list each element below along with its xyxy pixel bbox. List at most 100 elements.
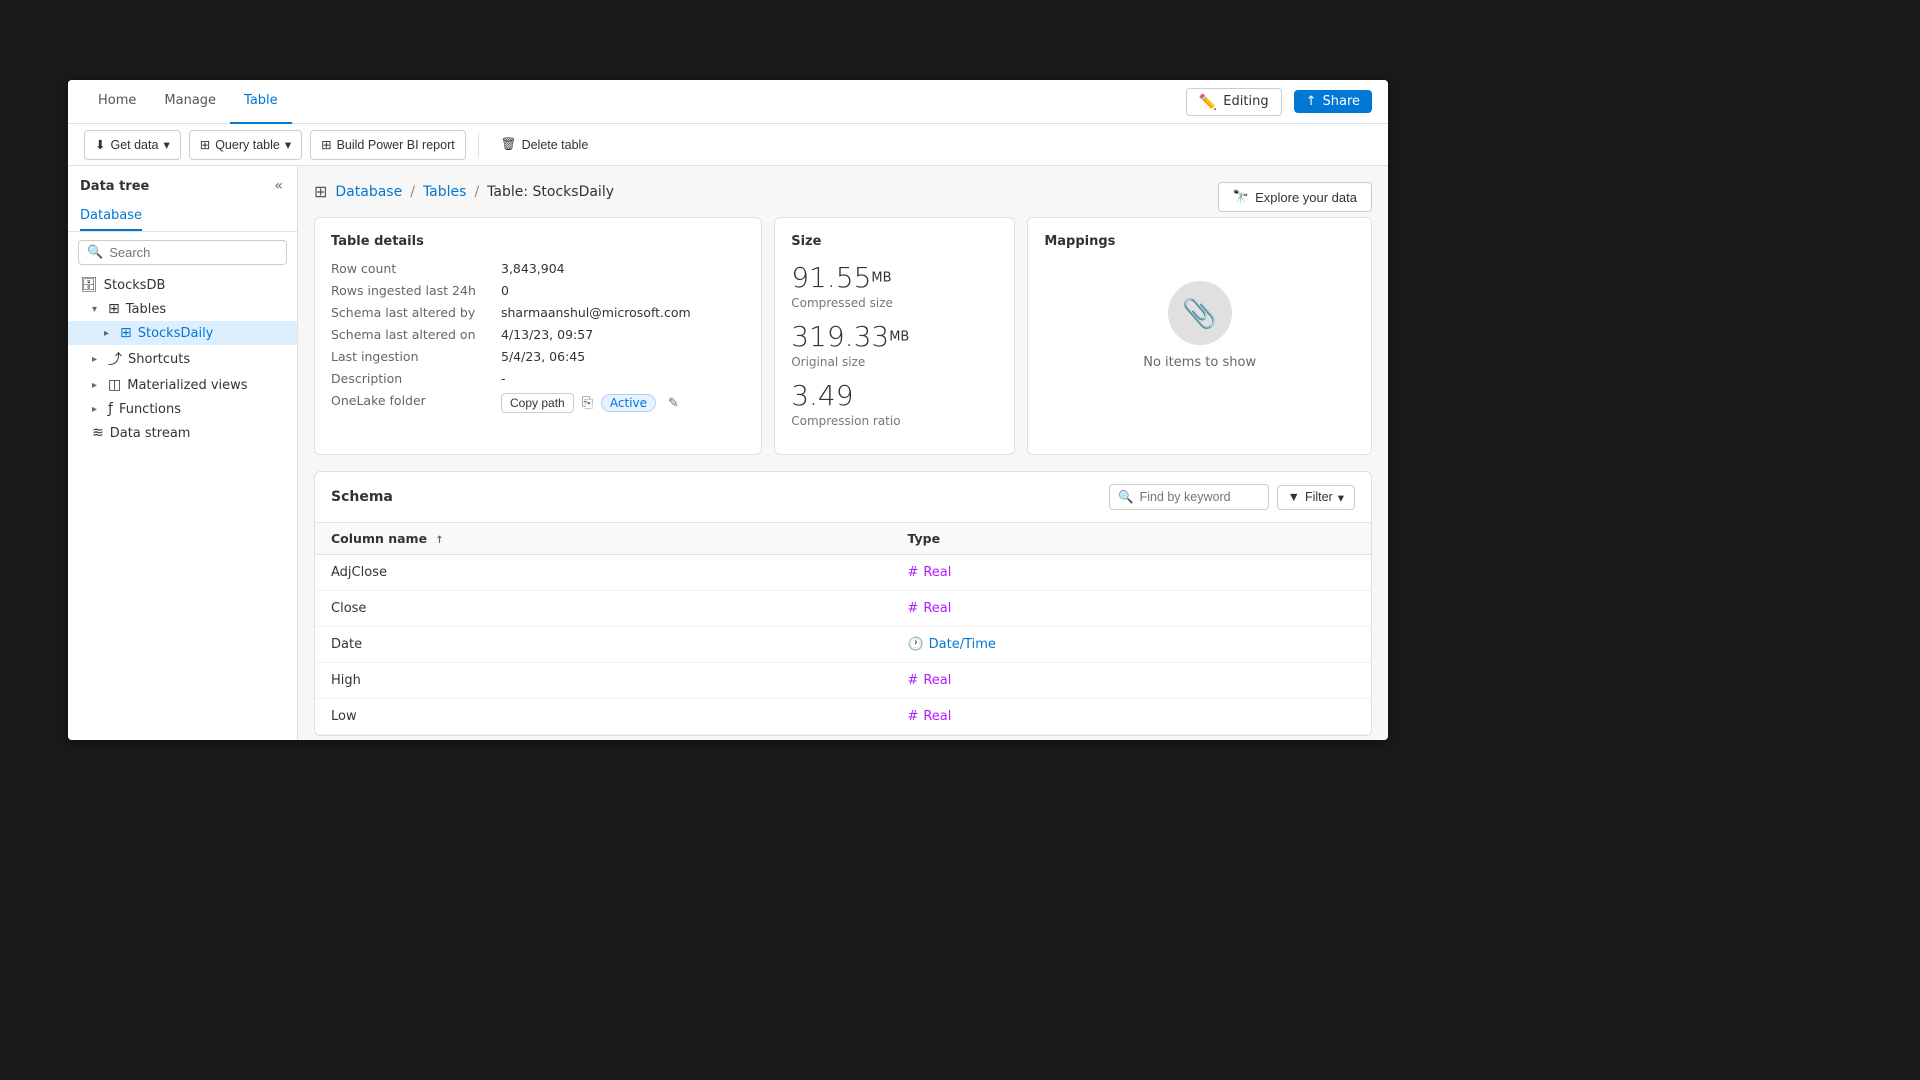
search-box[interactable]: 🔍 [78,240,287,265]
get-data-chevron: ▾ [163,137,169,152]
nav-tab-manage[interactable]: Manage [150,80,230,124]
compression-ratio-number: 3.49 [791,379,853,412]
delete-icon: 🗑 [501,137,517,152]
copy-path-button[interactable]: Copy path [501,393,574,413]
detail-row-altered-on: Schema last altered on 4/13/23, 09:57 [331,327,745,342]
sidebar-header: Data tree « [68,166,297,202]
sidebar-item-stocksdaily[interactable]: ▸ ⊞ StocksDaily [68,321,297,345]
sidebar-collapse-button[interactable]: « [272,176,285,196]
schema-table-row: Low#Real [315,699,1371,735]
build-powerbi-button[interactable]: ⊞ Build Power BI report [310,130,466,160]
share-icon: ↑ [1306,94,1317,109]
schema-table-header-row: Column name ↑ Type [315,523,1371,555]
nav-tab-table[interactable]: Table [230,80,292,124]
type-label: Real [923,601,951,616]
schema-section: Schema 🔍 ▼ Filter ▾ [314,471,1372,736]
sidebar-item-materialized-views[interactable]: ▸ ◫ Materialized views [68,373,297,397]
pencil-icon: ✏️ [1199,93,1218,111]
sidebar-item-tables[interactable]: ▾ ⊞ Tables [68,297,297,321]
data-stream-label: Data stream [110,426,191,441]
column-type-cell: #Real [891,699,1371,735]
database-icon: 🗄 [80,277,98,293]
copy-icon: ⎘ [582,395,593,411]
compressed-size-number: 91.55 [791,261,871,294]
sidebar-item-stocksdb[interactable]: 🗄 StocksDB [68,273,297,297]
editing-label: Editing [1223,94,1268,109]
data-stream-icon: ≋ [92,425,104,441]
original-size-label: Original size [791,355,998,369]
sidebar-item-functions[interactable]: ▸ ƒ Functions [68,397,297,421]
build-powerbi-label: Build Power BI report [337,138,455,152]
schema-table-row: Date🕐Date/Time [315,627,1371,663]
nav-tab-home[interactable]: Home [84,80,150,124]
toolbar-separator [478,133,479,157]
clock-icon: 🕐 [907,637,923,652]
query-table-chevron: ▾ [285,137,291,152]
detail-row-ingested: Rows ingested last 24h 0 [331,283,745,298]
chevron-right-icon2: ▸ [92,354,104,365]
sidebar: Data tree « Database 🔍 🗄 StocksDB ▾ ⊞ Ta… [68,166,298,740]
explore-data-button[interactable]: 🔭 Explore your data [1218,182,1372,212]
main-content: Data tree « Database 🔍 🗄 StocksDB ▾ ⊞ Ta… [68,166,1388,740]
active-status-badge: Active [601,394,656,412]
column-name-header: Column name ↑ [315,523,891,555]
table-icon: ⊞ [108,301,120,317]
detail-row-rowcount: Row count 3,843,904 [331,261,745,276]
stocksdaily-label: StocksDaily [138,326,214,341]
cards-row: Table details Row count 3,843,904 Rows i… [314,217,1372,455]
keyword-search-input[interactable] [1140,490,1260,504]
chevron-right-icon4: ▸ [92,404,104,415]
type-label: Real [923,709,951,724]
sidebar-tabs: Database [68,202,297,232]
get-data-button[interactable]: ⬇ Get data ▾ [84,130,181,160]
column-name-cell: High [315,663,891,699]
mappings-empty-icon: 📎 [1168,281,1232,345]
filter-button[interactable]: ▼ Filter ▾ [1277,485,1355,510]
schema-table-row: AdjClose#Real [315,555,1371,591]
ingested-label: Rows ingested last 24h [331,283,501,298]
breadcrumb: ⊞ Database / Tables / Table: StocksDaily [314,182,1372,201]
editing-button[interactable]: ✏️ Editing [1186,88,1282,116]
share-button[interactable]: ↑ Share [1294,90,1372,113]
column-name-cell: Close [315,591,891,627]
detail-row-altered-by: Schema last altered by sharmaanshul@micr… [331,305,745,320]
sort-icon[interactable]: ↑ [435,535,443,546]
compressed-size-unit: MB [871,271,891,286]
materialized-views-icon: ◫ [108,377,121,393]
filter-icon: ▼ [1288,490,1300,504]
schema-table-row: Close # Real [315,591,1371,627]
schema-table: Column name ↑ Type AdjClose#RealClose#Re… [315,523,1371,735]
share-label: Share [1322,94,1360,109]
sidebar-tab-database[interactable]: Database [80,202,142,231]
detail-row-description: Description - [331,371,745,386]
keyword-search-box[interactable]: 🔍 [1109,484,1269,510]
mappings-empty-state: 📎 No items to show [1044,261,1355,390]
sidebar-item-shortcuts[interactable]: ▸ ⤴ Shortcuts [68,345,297,373]
type-label: Real [923,673,951,688]
type-badge: #Real [907,709,1355,724]
filter-label: Filter [1305,490,1333,504]
breadcrumb-sep-1: / [410,184,415,200]
description-label: Description [331,371,501,386]
keyword-search-icon: 🔍 [1118,489,1134,505]
breadcrumb-tables[interactable]: Tables [423,184,467,200]
column-type-cell: #Real [891,663,1371,699]
chevron-right-icon: ▸ [104,328,116,339]
table-active-icon: ⊞ [120,325,132,341]
altered-by-label: Schema last altered by [331,305,501,320]
chevron-right-icon3: ▸ [92,380,104,391]
shortcuts-label: Shortcuts [128,352,190,367]
sidebar-item-data-stream[interactable]: ≋ Data stream [68,421,297,445]
query-table-button[interactable]: ⊞ Query table ▾ [189,130,302,160]
chevron-down-icon: ▾ [92,304,104,315]
schema-table-row: High#Real [315,663,1371,699]
rowcount-value: 3,843,904 [501,261,565,276]
powerbi-icon: ⊞ [321,137,331,152]
column-type-cell: 🕐Date/Time [891,627,1371,663]
search-input[interactable] [109,245,285,260]
hash-icon: # [907,601,918,616]
edit-icon[interactable]: ✎ [668,396,679,411]
breadcrumb-database[interactable]: Database [335,184,402,200]
compression-ratio-label: Compression ratio [791,414,998,428]
delete-table-button[interactable]: 🗑 Delete table [491,130,599,160]
